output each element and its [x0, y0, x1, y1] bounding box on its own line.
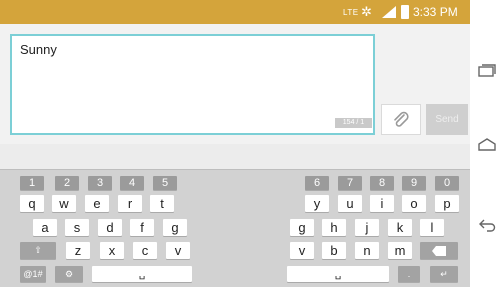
message-input[interactable]: Sunny	[10, 34, 375, 135]
data-activity-icon: ✲	[361, 4, 372, 19]
key-h[interactable]: h	[322, 219, 346, 236]
signal-strength-icon	[382, 6, 396, 18]
status-bar: LTE ✲ 3:33 PM	[0, 0, 470, 24]
key-s[interactable]: s	[65, 219, 89, 236]
key-b[interactable]: b	[322, 242, 346, 259]
backspace-key[interactable]	[420, 242, 458, 259]
key-e[interactable]: e	[85, 195, 109, 212]
key-g[interactable]: g	[163, 219, 187, 236]
space-key-right[interactable]: ␣	[287, 266, 389, 282]
key-4[interactable]: 4	[120, 176, 144, 190]
key-p[interactable]: p	[435, 195, 459, 212]
battery-icon	[401, 5, 409, 19]
key-o[interactable]: o	[402, 195, 426, 212]
key-3[interactable]: 3	[88, 176, 112, 190]
space-icon: ␣	[138, 268, 146, 280]
key-r[interactable]: r	[118, 195, 142, 212]
key-m[interactable]: m	[388, 242, 412, 259]
enter-icon: ↵	[440, 268, 448, 279]
key-q[interactable]: q	[20, 195, 44, 212]
navigation-bar	[470, 0, 501, 287]
key-5[interactable]: 5	[153, 176, 177, 190]
key-i[interactable]: i	[370, 195, 394, 212]
enter-key[interactable]: ↵	[430, 266, 458, 282]
paperclip-icon	[394, 111, 409, 127]
key-l[interactable]: l	[420, 219, 444, 236]
key-0[interactable]: 0	[435, 176, 459, 190]
key-9[interactable]: 9	[402, 176, 426, 190]
key-6[interactable]: 6	[305, 176, 329, 190]
recent-apps-icon[interactable]	[478, 64, 496, 78]
key-v[interactable]: v	[290, 242, 314, 259]
key-2[interactable]: 2	[55, 176, 79, 190]
key-y[interactable]: y	[305, 195, 329, 212]
divider-strip	[0, 144, 470, 169]
key-z[interactable]: z	[66, 242, 90, 259]
key-v[interactable]: v	[166, 242, 190, 259]
clock: 3:33 PM	[413, 5, 458, 19]
character-counter: 154 / 1	[335, 118, 372, 128]
key-7[interactable]: 7	[338, 176, 362, 190]
key-8[interactable]: 8	[370, 176, 394, 190]
key-d[interactable]: d	[98, 219, 122, 236]
attach-button[interactable]	[381, 104, 421, 135]
key-c[interactable]: c	[133, 242, 157, 259]
network-type: LTE	[343, 8, 359, 17]
key-g[interactable]: g	[290, 219, 314, 236]
key-k[interactable]: k	[388, 219, 412, 236]
key-t[interactable]: t	[150, 195, 174, 212]
backspace-icon	[432, 245, 446, 256]
symbols-key[interactable]: @1#	[20, 266, 46, 282]
key-w[interactable]: w	[52, 195, 76, 212]
key-x[interactable]: x	[100, 242, 124, 259]
messaging-screen: LTE ✲ 3:33 PM Sunny 154 / 1 Send 1 2 3 4…	[0, 0, 501, 287]
back-icon[interactable]	[478, 218, 496, 232]
key-j[interactable]: j	[355, 219, 379, 236]
period-key[interactable]: .	[398, 266, 420, 282]
settings-key[interactable]: ⚙	[55, 266, 83, 282]
key-f[interactable]: f	[130, 219, 154, 236]
home-icon[interactable]	[478, 138, 496, 152]
key-1[interactable]: 1	[20, 176, 44, 190]
keyboard: 1 2 3 4 5 6 7 8 9 0 q w e r t y u i o p …	[0, 169, 470, 287]
shift-key[interactable]: ⇧	[20, 242, 56, 259]
space-icon: ␣	[334, 268, 342, 280]
compose-area: Sunny 154 / 1 Send	[0, 24, 470, 144]
key-u[interactable]: u	[338, 195, 362, 212]
space-key-left[interactable]: ␣	[92, 266, 192, 282]
key-a[interactable]: a	[33, 219, 57, 236]
send-button[interactable]: Send	[426, 104, 468, 135]
key-n[interactable]: n	[355, 242, 379, 259]
gear-icon: ⚙	[64, 268, 74, 279]
